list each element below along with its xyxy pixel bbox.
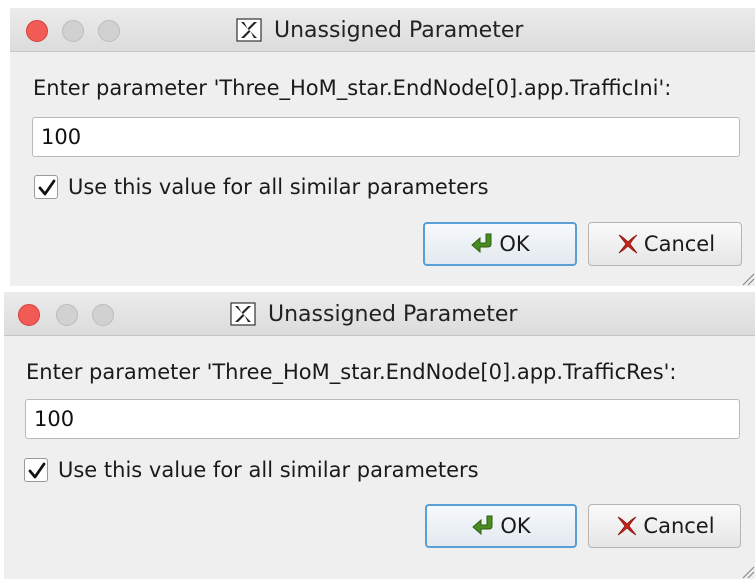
ok-button-label: OK bbox=[500, 514, 531, 538]
close-window-button[interactable] bbox=[26, 20, 48, 42]
parameter-prompt: Enter parameter 'Three_HoM_star.EndNode[… bbox=[33, 76, 672, 100]
window-title-group: Unassigned Parameter bbox=[236, 8, 523, 52]
minimize-window-button[interactable] bbox=[56, 304, 78, 326]
green-arrow-icon bbox=[472, 515, 493, 536]
window-title: Unassigned Parameter bbox=[274, 17, 524, 43]
title-bar[interactable]: Unassigned Parameter bbox=[4, 292, 755, 336]
checkmark-icon bbox=[38, 179, 56, 196]
zoom-window-button[interactable] bbox=[98, 20, 120, 42]
x11-icon bbox=[230, 302, 256, 326]
use-for-all-row[interactable]: Use this value for all similar parameter… bbox=[34, 175, 489, 199]
parameter-prompt: Enter parameter 'Three_HoM_star.EndNode[… bbox=[26, 360, 677, 384]
close-window-button[interactable] bbox=[18, 304, 40, 326]
dialog-unassigned-parameter-2: Unassigned Parameter Enter parameter 'Th… bbox=[4, 292, 755, 579]
resize-grip-icon[interactable] bbox=[735, 559, 755, 579]
dialog-unassigned-parameter-1: Unassigned Parameter Enter parameter 'Th… bbox=[10, 8, 755, 286]
minimize-window-button[interactable] bbox=[62, 20, 84, 42]
use-for-all-label: Use this value for all similar parameter… bbox=[68, 175, 489, 199]
checkmark-icon bbox=[28, 462, 46, 479]
window-title: Unassigned Parameter bbox=[268, 301, 518, 327]
cancel-button[interactable]: Cancel bbox=[588, 504, 741, 548]
red-x-icon bbox=[618, 234, 638, 254]
title-bar[interactable]: Unassigned Parameter bbox=[10, 8, 755, 52]
use-for-all-label: Use this value for all similar parameter… bbox=[58, 458, 479, 482]
zoom-window-button[interactable] bbox=[92, 304, 114, 326]
use-for-all-checkbox[interactable] bbox=[34, 175, 58, 199]
parameter-value-input[interactable] bbox=[32, 117, 740, 157]
cancel-button-label: Cancel bbox=[643, 232, 716, 256]
red-x-icon bbox=[618, 516, 637, 536]
resize-grip-icon[interactable] bbox=[735, 266, 755, 286]
ok-button[interactable]: OK bbox=[425, 504, 577, 548]
ok-button-label: OK bbox=[499, 232, 530, 256]
x11-icon bbox=[236, 18, 262, 42]
window-title-group: Unassigned Parameter bbox=[230, 292, 517, 336]
cancel-button-label: Cancel bbox=[643, 514, 715, 538]
parameter-value-input[interactable] bbox=[25, 399, 740, 439]
green-arrow-icon bbox=[471, 233, 492, 254]
cancel-button[interactable]: Cancel bbox=[588, 222, 742, 266]
ok-button[interactable]: OK bbox=[423, 222, 577, 266]
use-for-all-checkbox[interactable] bbox=[24, 458, 48, 482]
use-for-all-row[interactable]: Use this value for all similar parameter… bbox=[24, 458, 479, 482]
